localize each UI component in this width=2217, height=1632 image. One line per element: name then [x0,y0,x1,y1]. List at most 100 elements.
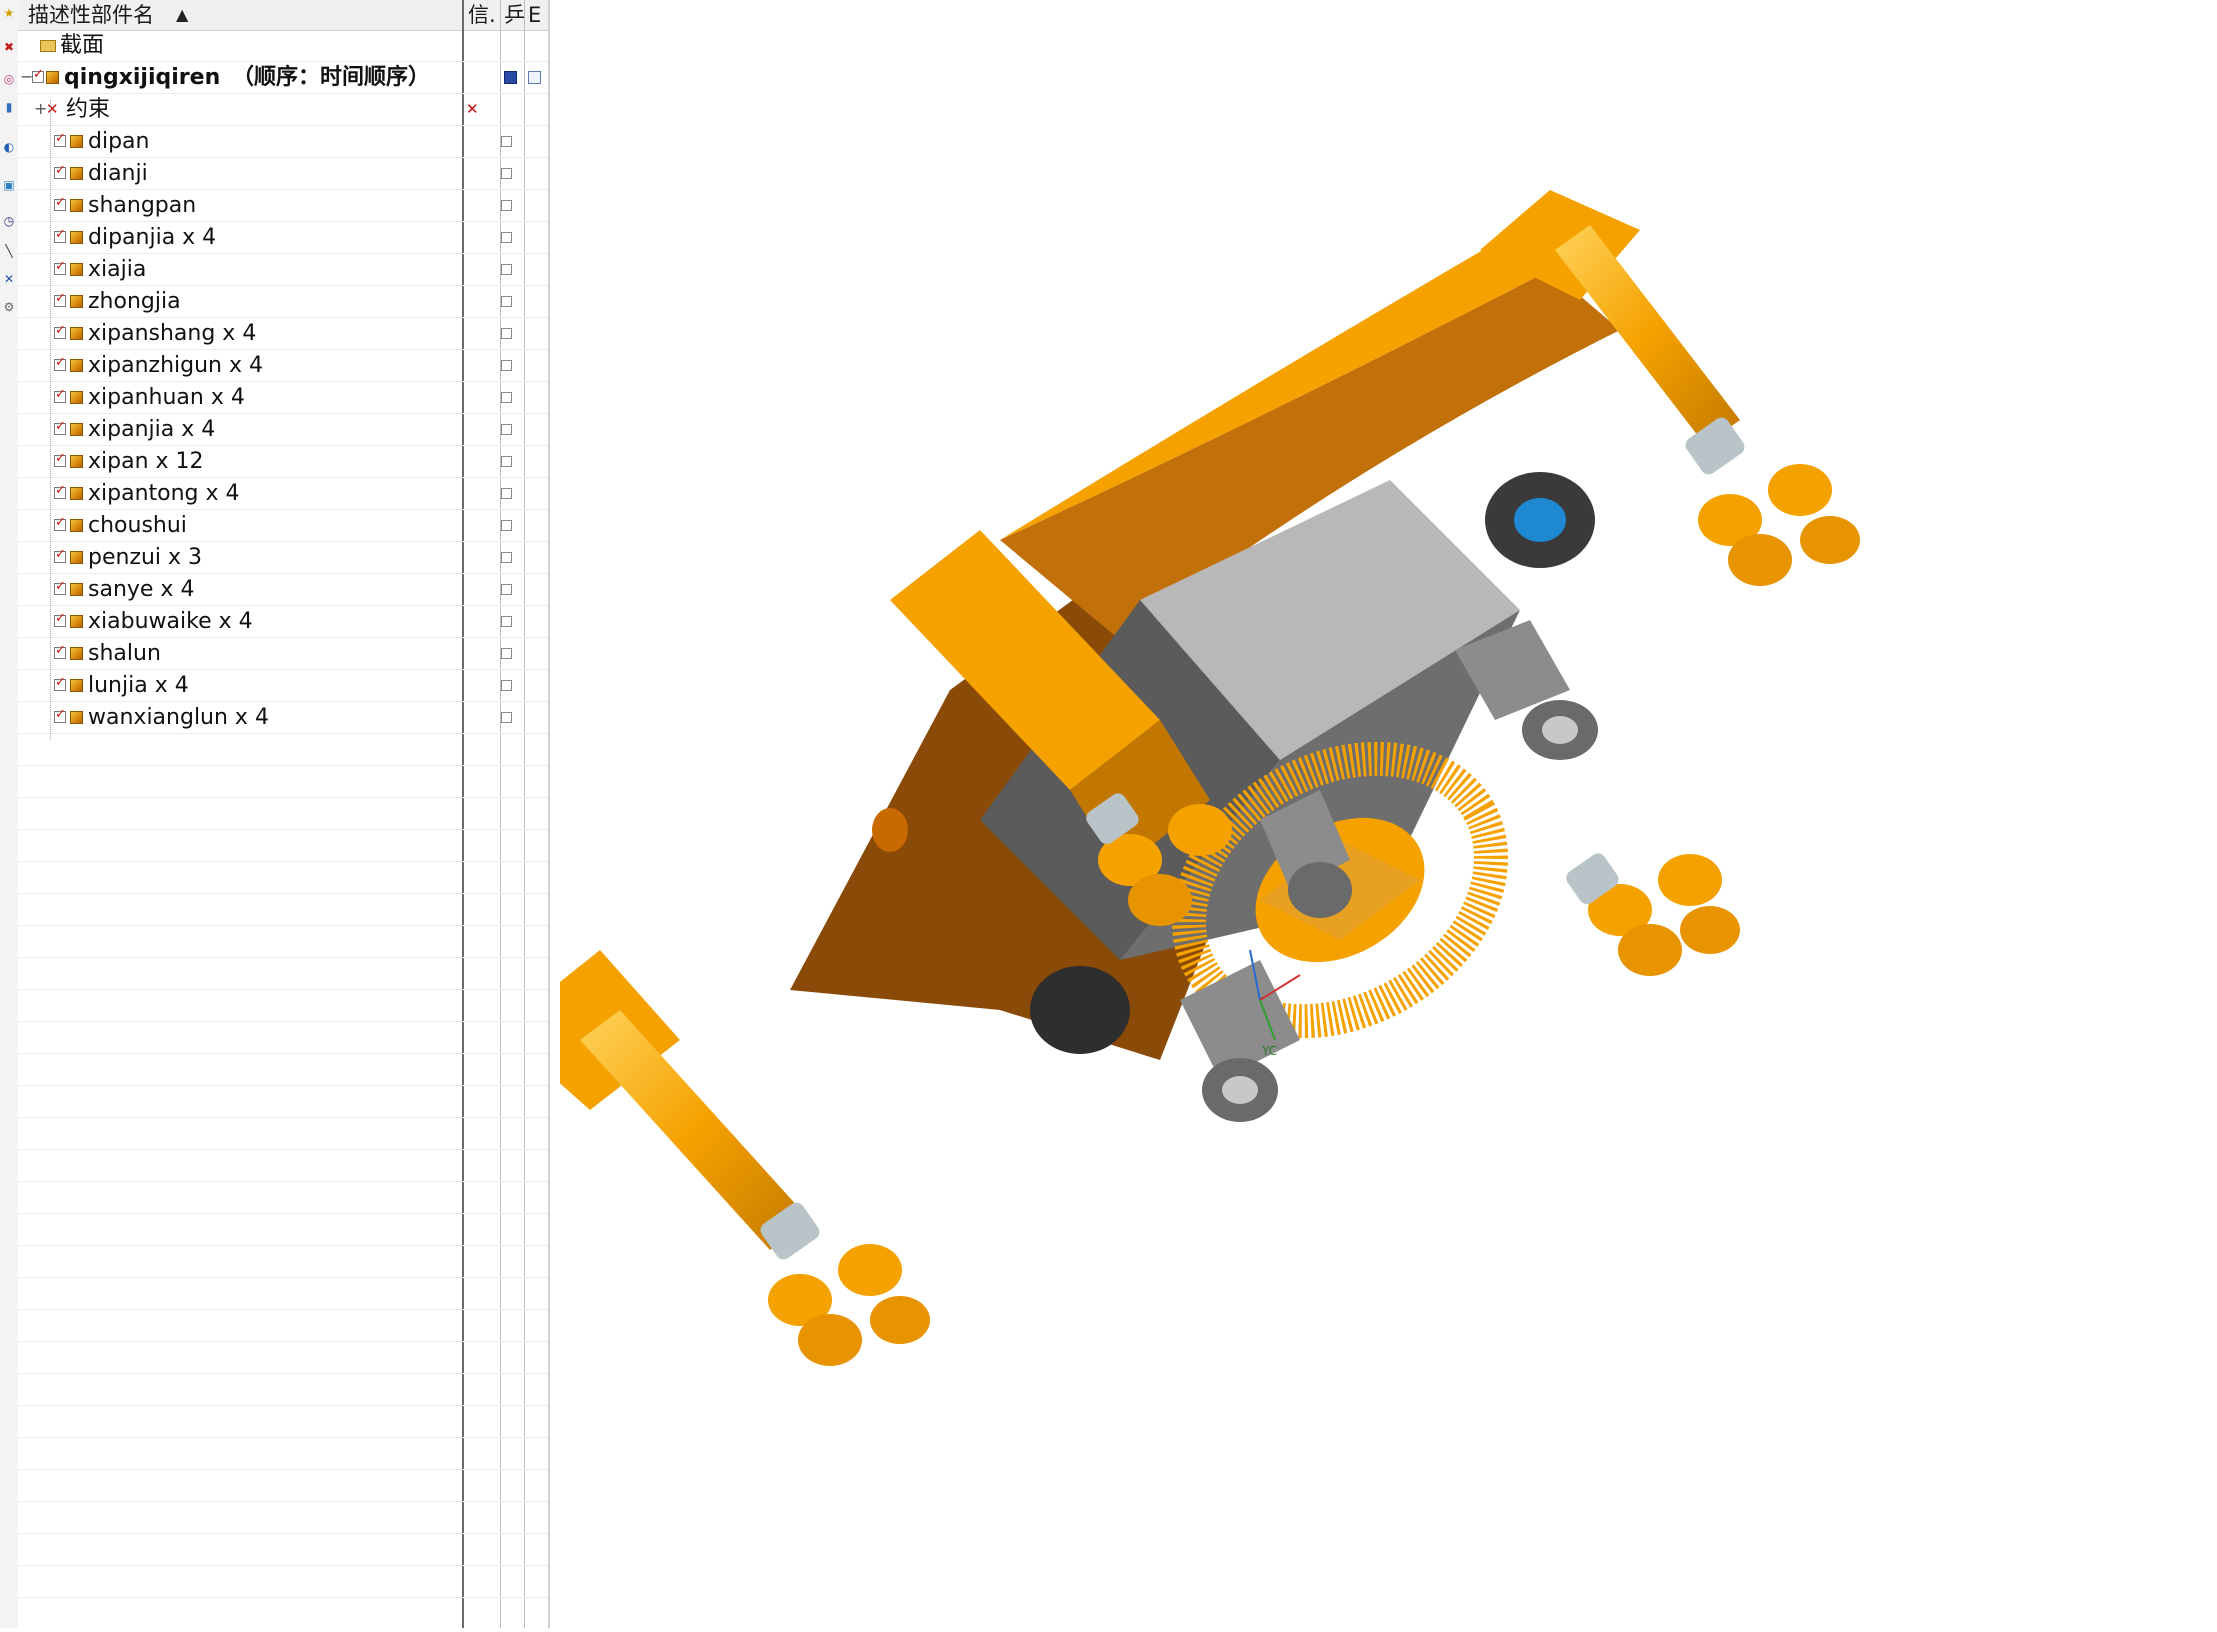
pen-icon[interactable]: ╲ [2,244,16,258]
info-column-box[interactable] [501,168,512,179]
tree-row-part[interactable]: xipanhuan x 4 [18,382,548,414]
tree-row-part[interactable]: xiajia [18,254,548,286]
info-column-box[interactable] [501,200,512,211]
tool-icon[interactable]: ✕ [2,272,16,286]
column-header-info[interactable]: 信. [468,0,498,30]
column-header-3[interactable]: E [528,0,548,30]
part-checkbox[interactable] [54,323,66,339]
part-checkbox[interactable] [54,131,66,147]
edit-note-icon[interactable] [528,71,541,84]
info-column-box[interactable] [501,232,512,243]
info-column-box[interactable] [501,712,512,723]
part-checkbox[interactable] [54,259,66,275]
info-column-box[interactable] [501,648,512,659]
info-column-box[interactable] [501,616,512,627]
assembly-checkbox[interactable] [32,67,44,83]
info-column-box[interactable] [501,552,512,563]
web-browser-tab-icon[interactable]: ◐ [2,140,16,154]
part-checkbox[interactable] [54,579,66,595]
mid-right-foot-2[interactable] [1658,854,1722,906]
column-header-name[interactable]: 描述性部件名 [28,0,178,30]
part-name: xipan x 12 [88,449,204,474]
assembly-navigator-tab-icon[interactable]: ★ [2,6,16,20]
part-checkbox[interactable] [54,451,66,467]
info-column-box[interactable] [501,488,512,499]
graphics-viewport[interactable]: YC [500,0,2217,1628]
part-checkbox[interactable] [54,163,66,179]
sort-up-icon[interactable]: ▲ [176,0,202,30]
mid-right-foot-3[interactable] [1618,924,1682,976]
tree-row-part[interactable]: wanxianglun x 4 [18,702,548,734]
part-name: sanye x 4 [88,577,195,602]
mid-left-foot-3[interactable] [1128,874,1192,926]
tree-row-part[interactable]: xipantong x 4 [18,478,548,510]
robot-model[interactable]: YC [500,0,2217,1628]
part-checkbox[interactable] [54,675,66,691]
lower-left-foot-4[interactable] [870,1296,930,1344]
part-checkbox[interactable] [54,419,66,435]
tree-row-assembly[interactable]: − qingxijiqiren （顺序：时间顺序） [18,62,548,94]
save-icon[interactable] [504,71,517,84]
pump-motor[interactable] [1485,472,1595,568]
constraint-navigator-tab-icon[interactable]: ✖ [2,40,16,54]
part-checkbox[interactable] [54,483,66,499]
info-column-box[interactable] [501,584,512,595]
tree-row-part[interactable]: xipanzhigun x 4 [18,350,548,382]
part-navigator-tab-icon[interactable]: ◎ [2,72,16,86]
empty-row [18,1150,548,1182]
upper-right-foot-4[interactable] [1800,516,1860,564]
info-column-box[interactable] [501,424,512,435]
part-checkbox[interactable] [54,611,66,627]
tree-row-part[interactable]: xiabuwaike x 4 [18,606,548,638]
mid-left-foot-2[interactable] [1168,804,1232,856]
clock-icon[interactable]: ◷ [2,214,16,228]
reuse-library-tab-icon[interactable]: ▮ [2,100,16,114]
tree-row-part[interactable]: dianji [18,158,548,190]
info-column-box[interactable] [501,136,512,147]
info-column-box[interactable] [501,328,512,339]
resource-bar: ★ ✖ ◎ ▮ ◐ ▣ ◷ ╲ ✕ ⚙ [0,0,19,1628]
empty-row [18,1502,548,1534]
info-column-box[interactable] [501,680,512,691]
tree-row-part[interactable]: shangpan [18,190,548,222]
part-checkbox[interactable] [54,355,66,371]
lower-left-cylinder[interactable] [580,1010,810,1250]
info-column-box[interactable] [501,264,512,275]
tree-row-section[interactable]: 截面 [18,30,548,62]
info-column-box[interactable] [501,360,512,371]
part-checkbox[interactable] [54,547,66,563]
part-checkbox[interactable] [54,643,66,659]
tree-row-part[interactable]: choushui [18,510,548,542]
part-checkbox[interactable] [54,387,66,403]
tree-row-part[interactable]: dipanjia x 4 [18,222,548,254]
tree-row-part[interactable]: xipanshang x 4 [18,318,548,350]
tree-row-part[interactable]: penzui x 3 [18,542,548,574]
settings-icon[interactable]: ⚙ [2,300,16,314]
history-tab-icon[interactable]: ▣ [2,178,16,192]
tree-row-part[interactable]: xipan x 12 [18,446,548,478]
lower-left-foot-2[interactable] [838,1244,902,1296]
part-checkbox[interactable] [54,291,66,307]
tree-row-part[interactable]: dipan [18,126,548,158]
mid-right-foot-4[interactable] [1680,906,1740,954]
tree-row-constraints[interactable]: + ✕ 约束 ✕ [18,94,548,126]
part-checkbox[interactable] [54,195,66,211]
empty-row [18,1438,548,1470]
part-checkbox[interactable] [54,227,66,243]
upper-right-foot-3[interactable] [1728,534,1792,586]
tree-row-part[interactable]: xipanjia x 4 [18,414,548,446]
lower-left-foot-3[interactable] [798,1314,862,1366]
info-column-box[interactable] [501,392,512,403]
part-checkbox[interactable] [54,707,66,723]
column-header-2[interactable]: 乒 [504,0,524,30]
tree-row-part[interactable]: sanye x 4 [18,574,548,606]
tree-row-part[interactable]: shalun [18,638,548,670]
black-motor-lower[interactable] [1030,966,1130,1054]
upper-right-foot-2[interactable] [1768,464,1832,516]
info-column-box[interactable] [501,296,512,307]
tree-row-part[interactable]: lunjia x 4 [18,670,548,702]
info-column-box[interactable] [501,456,512,467]
info-column-box[interactable] [501,520,512,531]
part-checkbox[interactable] [54,515,66,531]
tree-row-part[interactable]: zhongjia [18,286,548,318]
